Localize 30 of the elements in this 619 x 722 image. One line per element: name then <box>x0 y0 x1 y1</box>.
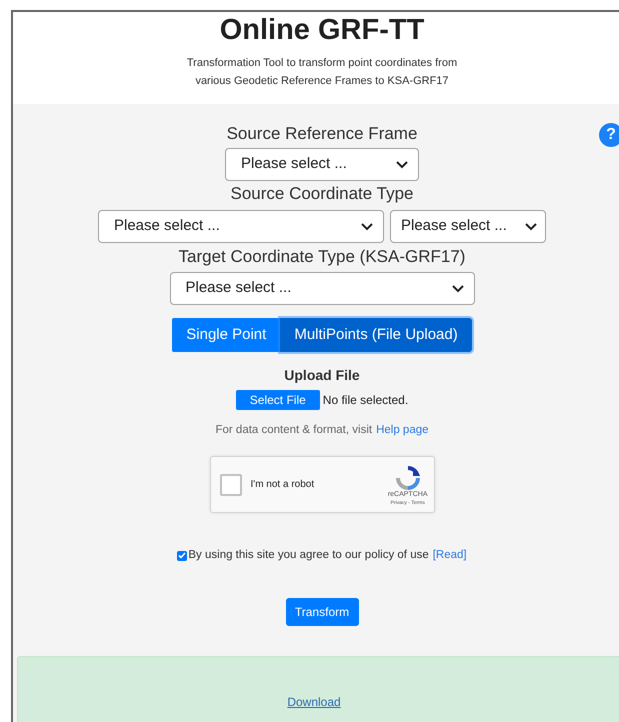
chevron-down-icon <box>361 222 373 230</box>
help-link[interactable]: Help page <box>376 422 429 440</box>
read-link[interactable]: [Read] <box>432 547 467 564</box>
chevron-down-icon <box>452 284 464 292</box>
captcha-label: I'm not a robot <box>250 478 316 492</box>
subtitle: Transformation Tool to transform point coordinates from <box>186 56 458 71</box>
file-status: No file selected. <box>322 392 408 409</box>
field-label: Target Coordinate Type (KSA-GRF17) <box>178 246 466 268</box>
mode-tab[interactable]: MultiPoints (File Upload) <box>280 318 472 352</box>
field-label: Source Reference Frame <box>226 123 418 145</box>
download-link[interactable]: Download <box>287 692 341 708</box>
dropdown[interactable]: Please select ... <box>98 210 384 243</box>
section-title: Upload File <box>284 366 360 385</box>
dropdown[interactable]: Please select ... <box>225 148 419 181</box>
transform-button[interactable]: Transform <box>286 598 358 626</box>
recaptcha-logo-icon <box>396 466 420 490</box>
checkbox[interactable] <box>177 550 188 561</box>
dropdown[interactable]: Please select ... <box>170 272 474 305</box>
dropdown[interactable]: Please select ... <box>390 210 546 243</box>
subtitle: various Geodetic Reference Frames to KSA-GRF17 <box>195 74 449 89</box>
chevron-down-icon <box>525 222 537 230</box>
select-file-button[interactable]: Select File <box>236 390 320 410</box>
mode-tab[interactable]: Single Point <box>172 318 280 352</box>
chevron-down-icon <box>396 160 408 168</box>
help-button[interactable]: ? <box>599 123 619 147</box>
page-title: Online GRF-TT <box>220 13 424 47</box>
field-label: Source Coordinate Type <box>230 183 414 205</box>
checkbox[interactable] <box>220 474 242 496</box>
help-text: For data content & format, visit <box>215 423 372 438</box>
policy-text: By using this site you agree to our policy of use <box>188 548 429 564</box>
